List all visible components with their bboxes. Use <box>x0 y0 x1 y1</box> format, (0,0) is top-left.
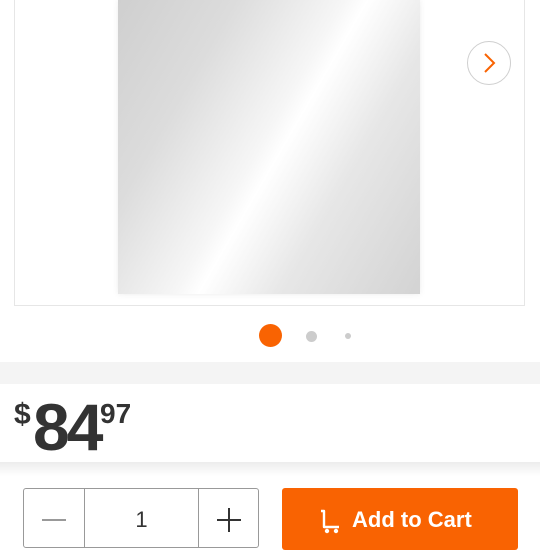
price-currency: $ <box>14 398 31 431</box>
price-cents: 97 <box>100 398 132 429</box>
minus-icon <box>42 519 66 521</box>
price-dollars: 84 <box>33 390 103 464</box>
product-image-gallery <box>0 0 540 362</box>
pagination-dot[interactable] <box>306 331 317 342</box>
pagination-dot[interactable] <box>345 333 351 339</box>
chevron-right-icon <box>484 53 496 73</box>
increase-quantity-button[interactable] <box>199 489 259 549</box>
add-to-cart-label: Add to Cart <box>352 507 472 532</box>
quantity-input[interactable]: 1 <box>84 489 199 547</box>
plus-icon <box>217 508 241 532</box>
next-image-button[interactable] <box>467 41 511 85</box>
product-image[interactable] <box>118 0 420 294</box>
decrease-quantity-button[interactable] <box>24 489 84 549</box>
pagination-dot-active[interactable] <box>259 324 282 347</box>
section-divider <box>0 362 540 384</box>
image-pagination <box>0 322 540 348</box>
add-to-cart-button[interactable]: Add to Cart <box>282 488 518 550</box>
quantity-stepper: 1 <box>23 488 259 548</box>
cart-icon <box>321 509 339 534</box>
section-shadow <box>0 462 540 476</box>
